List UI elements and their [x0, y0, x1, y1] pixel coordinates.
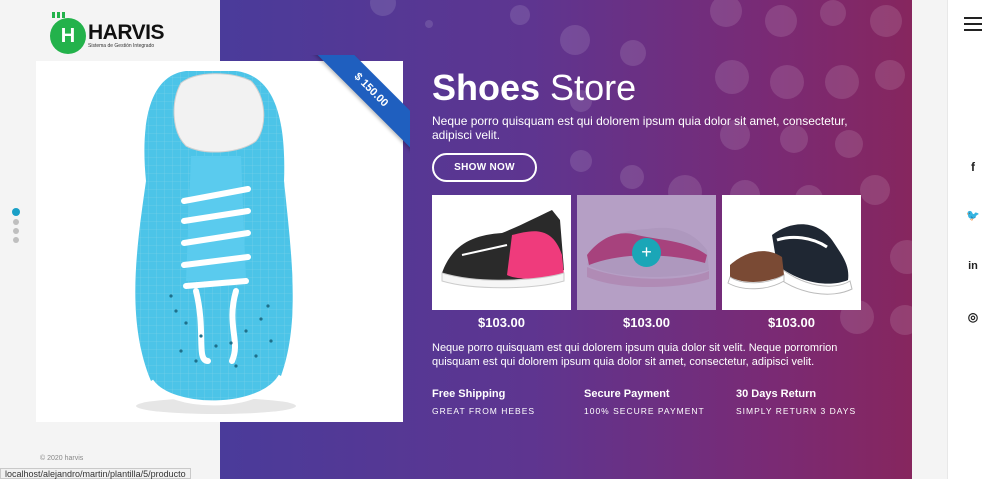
product-price-1: $103.00	[478, 315, 525, 330]
sneaker-black-icon	[727, 224, 853, 295]
slider-dot[interactable]	[12, 208, 20, 216]
logo-mark-icon: H	[50, 12, 86, 54]
slider-dots[interactable]	[12, 208, 20, 246]
product-price-2: $103.00	[623, 315, 670, 330]
brand-logo[interactable]: H HARVIS Sistema de Gestión Integrado	[50, 12, 164, 54]
slider-dot[interactable]	[13, 228, 19, 234]
page-title: Shoes Store	[432, 67, 637, 108]
hero-description-2: Neque porro quisquam est qui dolorem ips…	[432, 342, 838, 368]
linkedin-icon[interactable]: in	[963, 260, 983, 272]
brand-name: HARVIS	[88, 21, 164, 44]
product-thumbnail-3[interactable]	[722, 195, 861, 310]
add-to-cart-plus-icon[interactable]: +	[632, 238, 661, 267]
slider-dot[interactable]	[13, 237, 19, 243]
product-thumbnail-2[interactable]: +	[577, 195, 716, 310]
brand-tagline: Sistema de Gestión Integrado	[88, 43, 155, 49]
copyright-text: © 2020 harvis	[40, 455, 84, 462]
sneaker-pink-icon	[441, 210, 565, 289]
right-rail	[947, 0, 999, 479]
feature-secure-payment: Secure Payment 100% SECURE PAYMENT	[584, 388, 705, 416]
twitter-icon[interactable]: 🐦	[963, 209, 983, 222]
facebook-icon[interactable]: f	[963, 160, 983, 174]
price-ribbon: $ 150.00	[300, 55, 410, 165]
feature-subtitle: GREAT FROM HEBES	[432, 406, 536, 416]
feature-free-shipping: Free Shipping GREAT FROM HEBES	[432, 388, 535, 416]
hero-description: Neque porro quisquam est qui dolorem ips…	[432, 114, 848, 142]
status-url-bar: localhost/alejandro/martin/plantilla/5/p…	[0, 468, 191, 479]
hamburger-menu-icon[interactable]	[964, 17, 982, 31]
price-badge: $ 150.00	[308, 55, 410, 153]
feature-subtitle: SIMPLY RETURN 3 DAYS	[736, 406, 857, 416]
slider-dot[interactable]	[13, 219, 19, 225]
show-now-button[interactable]: SHOW NOW	[432, 153, 537, 182]
instagram-icon[interactable]: ◎	[963, 310, 983, 324]
product-thumbnail-1[interactable]	[432, 195, 571, 310]
feature-title: Free Shipping	[432, 388, 506, 400]
gap-strip	[912, 0, 947, 479]
feature-title: 30 Days Return	[736, 388, 817, 400]
feature-title: Secure Payment	[584, 388, 670, 400]
feature-subtitle: 100% SECURE PAYMENT	[584, 406, 705, 416]
feature-30-days-return: 30 Days Return SIMPLY RETURN 3 DAYS	[736, 388, 856, 416]
product-price-3: $103.00	[768, 315, 815, 330]
